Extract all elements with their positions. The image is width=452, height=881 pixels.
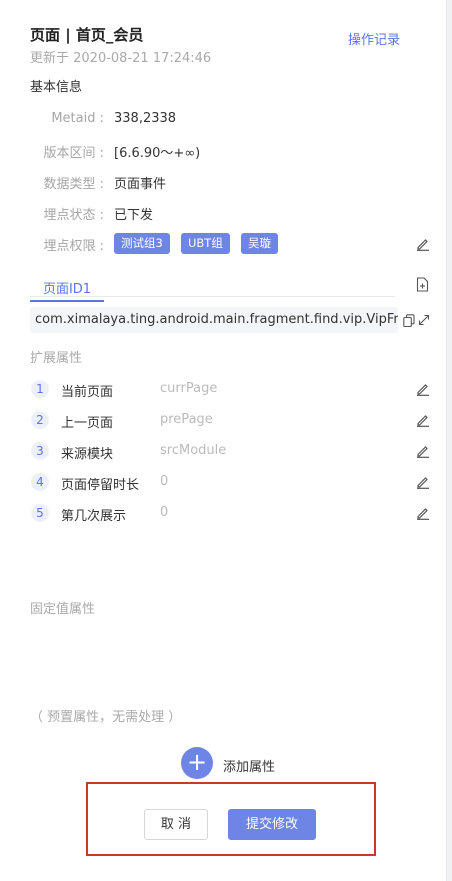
- edit-attribute-pencil-icon[interactable]: [416, 382, 430, 396]
- attribute-key: prePage: [160, 412, 213, 427]
- page-title: 页面 | 首页_会员: [30, 26, 144, 44]
- permission-tag: 测试组3: [114, 233, 170, 254]
- metaid-value: 338,2338: [114, 111, 177, 126]
- add-page-file-icon[interactable]: [416, 277, 429, 292]
- expand-icon[interactable]: [418, 314, 430, 326]
- attribute-name: 来源模块: [61, 447, 114, 462]
- updated-timestamp: 更新于 2020-08-21 17:24:46: [30, 51, 212, 66]
- page-path-field[interactable]: com.ximalaya.ting.android.main.fragment.…: [30, 307, 398, 333]
- basic-info-title: 基本信息: [30, 80, 83, 95]
- data-type-label: 数据类型 :: [43, 177, 104, 192]
- attribute-key: 0: [160, 474, 169, 489]
- tracking-status-value: 已下发: [114, 208, 154, 223]
- attribute-name: 上一页面: [61, 416, 114, 431]
- preset-attributes-note: （ 预置属性，无需处理 ）: [30, 710, 182, 725]
- operation-log-link[interactable]: 操作记录: [348, 29, 400, 48]
- panel-scroll-edge: [446, 0, 452, 881]
- attribute-index-badge: 2: [31, 411, 49, 429]
- attribute-name: 第几次展示: [61, 509, 127, 524]
- edit-attribute-pencil-icon[interactable]: [416, 506, 430, 520]
- copy-icon[interactable]: [403, 314, 415, 327]
- attribute-key: currPage: [160, 381, 218, 396]
- attribute-index-badge: 4: [31, 473, 49, 491]
- attribute-name: 页面停留时长: [61, 478, 140, 493]
- extended-attributes-title: 扩展属性: [30, 351, 83, 366]
- edit-attribute-pencil-icon[interactable]: [416, 413, 430, 427]
- attribute-name: 当前页面: [61, 385, 114, 400]
- attribute-key: 0: [160, 505, 169, 520]
- cancel-button[interactable]: 取 消: [144, 809, 208, 840]
- version-range-label: 版本区间 :: [43, 146, 104, 161]
- submit-changes-button[interactable]: 提交修改: [228, 809, 316, 840]
- permission-tag: 吴璇: [241, 233, 278, 254]
- tracking-status-label: 埋点状态 :: [43, 208, 104, 223]
- edit-attribute-pencil-icon[interactable]: [416, 444, 430, 458]
- edit-permission-pencil-icon[interactable]: [416, 237, 430, 251]
- edit-attribute-pencil-icon[interactable]: [416, 475, 430, 489]
- attribute-index-badge: 3: [31, 442, 49, 460]
- version-range-value: [6.6.90～+∞): [114, 146, 201, 161]
- tab-page-id1[interactable]: 页面ID1: [30, 278, 104, 302]
- add-attribute-plus-icon[interactable]: +: [181, 747, 213, 779]
- permission-tag: UBT组: [181, 233, 230, 254]
- attribute-key: srcModule: [160, 443, 227, 458]
- permission-label: 埋点权限 :: [43, 239, 104, 254]
- tab-divider: [30, 296, 395, 297]
- attribute-index-badge: 1: [31, 380, 49, 398]
- attribute-index-badge: 5: [31, 504, 49, 522]
- add-attribute-label[interactable]: 添加属性: [223, 756, 275, 775]
- fixed-attributes-title: 固定值属性: [30, 602, 96, 617]
- metaid-label: Metaid :: [51, 111, 104, 126]
- data-type-value: 页面事件: [114, 177, 167, 192]
